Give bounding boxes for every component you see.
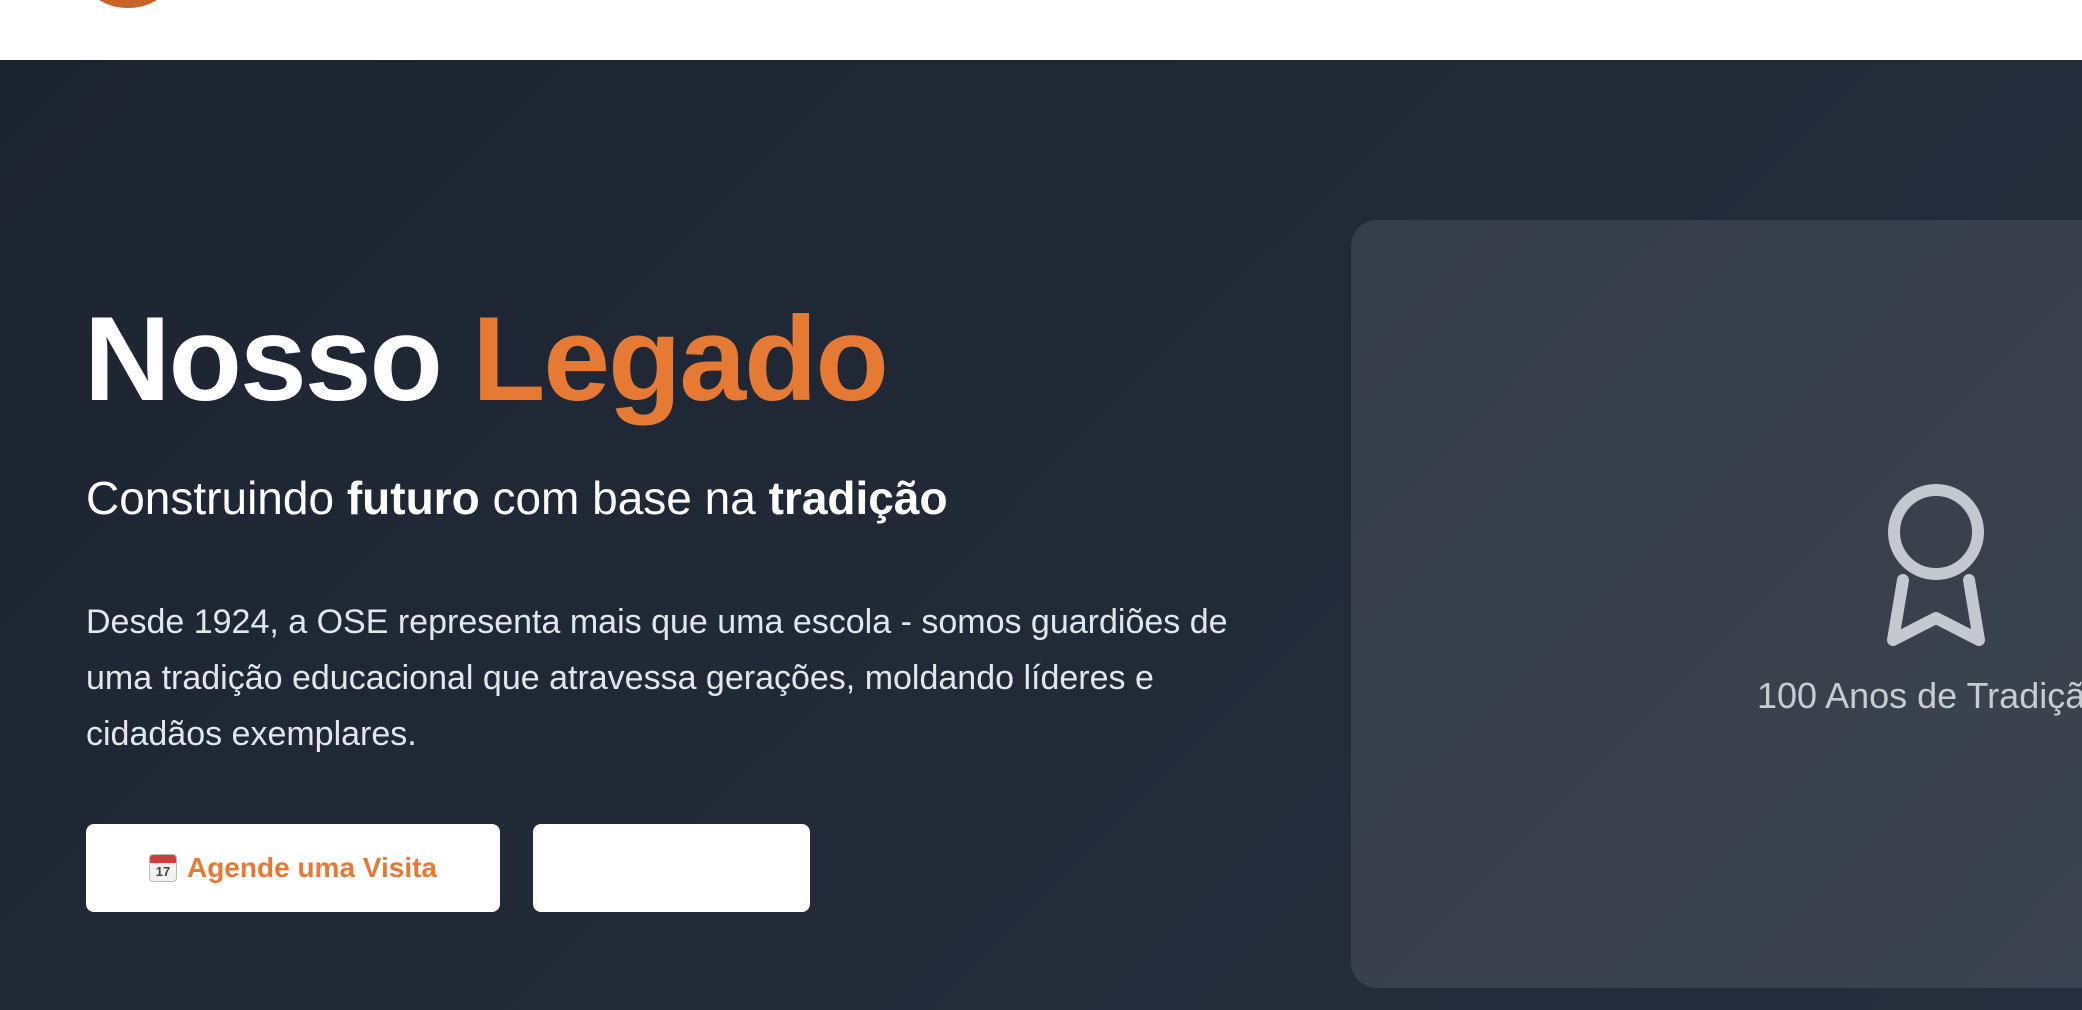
tradition-card: 100 Anos de Tradição	[1351, 220, 2082, 988]
school-logo-icon[interactable]	[80, 0, 176, 8]
subtitle-text-1: Construindo	[86, 472, 347, 524]
subtitle-text-2: com base na	[479, 472, 769, 524]
subtitle-bold-tradition: tradição	[768, 472, 948, 524]
hero-subtitle: Construindo futuro com base na tradição	[86, 470, 948, 526]
subtitle-bold-future: futuro	[346, 472, 480, 524]
calendar-day: 17	[155, 864, 171, 879]
schedule-visit-button[interactable]: 17 Agende uma Visita	[86, 824, 500, 912]
secondary-button[interactable]	[533, 824, 810, 912]
hero-title-accent: Legado	[472, 292, 889, 426]
calendar-icon: 17	[148, 854, 177, 882]
card-label: 100 Anos de Tradição	[1757, 675, 2082, 716]
hero-description: Desde 1924, a OSE representa mais que um…	[86, 603, 1228, 753]
top-navigation-bar	[0, 0, 2082, 60]
award-ribbon-icon	[1887, 484, 1985, 646]
hero-section: Nosso Legado Construindo futuro com base…	[0, 60, 2082, 1010]
hero-title-main: Nosso	[84, 292, 473, 426]
hero-title: Nosso Legado	[84, 292, 889, 426]
schedule-visit-label: Agende uma Visita	[186, 852, 437, 883]
